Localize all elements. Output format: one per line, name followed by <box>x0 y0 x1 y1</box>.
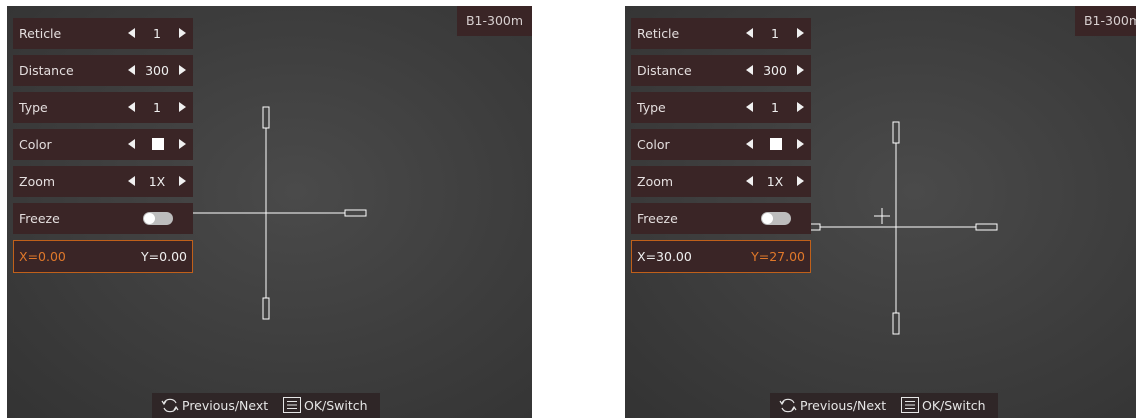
menu-list-icon <box>901 397 919 413</box>
arrow-right-icon[interactable] <box>797 65 804 75</box>
menu-value: 1 <box>771 26 779 41</box>
arrow-left-icon[interactable] <box>128 65 135 75</box>
value-selector[interactable]: 1X <box>124 166 192 197</box>
menu-row-freeze[interactable]: Freeze <box>631 203 811 234</box>
hint-previous-next: Previous/Next <box>800 398 887 413</box>
arrow-left-icon[interactable] <box>128 176 135 186</box>
menu-value: 1X <box>766 174 784 189</box>
viewfinder-right: B1-300m Reticle 1 Distance 300 Type 1 Co… <box>625 6 1136 418</box>
arrow-right-icon[interactable] <box>179 28 186 38</box>
hint-ok-switch: OK/Switch <box>922 398 986 413</box>
coord-y-value[interactable]: Y=27.00 <box>751 241 805 272</box>
rotate-icon <box>779 398 797 413</box>
menu-row-distance[interactable]: Distance 300 <box>631 55 811 86</box>
freeze-control[interactable] <box>742 203 810 234</box>
menu-row-freeze[interactable]: Freeze <box>13 203 193 234</box>
value-selector[interactable]: 1 <box>124 92 192 123</box>
menu-label: Distance <box>637 63 692 78</box>
menu-label: Freeze <box>637 211 678 226</box>
arrow-right-icon[interactable] <box>797 102 804 112</box>
menu-label: Distance <box>19 63 74 78</box>
coord-x-value[interactable]: X=0.00 <box>19 241 66 272</box>
menu-label: Zoom <box>637 174 674 189</box>
menu-row-reticle[interactable]: Reticle 1 <box>13 18 193 49</box>
freeze-toggle[interactable] <box>761 212 791 225</box>
toggle-knob <box>762 213 773 224</box>
value-selector[interactable]: 1 <box>742 18 810 49</box>
color-swatch <box>770 138 782 150</box>
menu-value: 1 <box>771 100 779 115</box>
hint-previous-next: Previous/Next <box>182 398 269 413</box>
hint-bar: Previous/Next OK/Switch <box>152 393 380 418</box>
arrow-left-icon[interactable] <box>746 139 753 149</box>
menu-label: Type <box>19 100 48 115</box>
freeze-control[interactable] <box>124 203 192 234</box>
menu-value: 300 <box>145 63 169 78</box>
menu-label: Reticle <box>19 26 62 41</box>
profile-badge: B1-300m <box>1075 6 1136 36</box>
value-selector[interactable]: 300 <box>124 55 192 86</box>
menu-row-zoom[interactable]: Zoom 1X <box>631 166 811 197</box>
menu-label: Color <box>19 137 52 152</box>
menu-label: Reticle <box>637 26 680 41</box>
arrow-right-icon[interactable] <box>179 102 186 112</box>
menu-list-icon <box>283 397 301 413</box>
arrow-left-icon[interactable] <box>746 176 753 186</box>
arrow-right-icon[interactable] <box>797 176 804 186</box>
arrow-left-icon[interactable] <box>746 28 753 38</box>
settings-menu: Reticle 1 Distance 300 Type 1 Color Zoom… <box>631 18 811 273</box>
menu-row-color[interactable]: Color <box>13 129 193 160</box>
menu-value: 1X <box>148 174 166 189</box>
arrow-right-icon[interactable] <box>797 28 804 38</box>
menu-value: 300 <box>763 63 787 78</box>
menu-row-zoom[interactable]: Zoom 1X <box>13 166 193 197</box>
menu-row-type[interactable]: Type 1 <box>631 92 811 123</box>
hint-ok-switch: OK/Switch <box>304 398 368 413</box>
menu-row-color[interactable]: Color <box>631 129 811 160</box>
settings-menu: Reticle 1 Distance 300 Type 1 Color Zoom… <box>13 18 193 273</box>
value-selector[interactable]: 300 <box>742 55 810 86</box>
menu-label: Zoom <box>19 174 56 189</box>
menu-row-distance[interactable]: Distance 300 <box>13 55 193 86</box>
arrow-right-icon[interactable] <box>797 139 804 149</box>
menu-row-reticle[interactable]: Reticle 1 <box>631 18 811 49</box>
value-selector[interactable] <box>742 129 810 160</box>
menu-label: Freeze <box>19 211 60 226</box>
color-swatch <box>152 138 164 150</box>
hint-bar: Previous/Next OK/Switch <box>770 393 998 418</box>
value-selector[interactable]: 1 <box>742 92 810 123</box>
menu-value: 1 <box>153 100 161 115</box>
viewfinder-left: B1-300m Reticle 1 Distance 300 Type 1 Co… <box>7 6 532 418</box>
coordinate-row[interactable]: X=30.00 Y=27.00 <box>631 240 811 273</box>
menu-value: 1 <box>153 26 161 41</box>
menu-row-type[interactable]: Type 1 <box>13 92 193 123</box>
menu-label: Type <box>637 100 666 115</box>
value-selector[interactable]: 1X <box>742 166 810 197</box>
menu-label: Color <box>637 137 670 152</box>
profile-badge: B1-300m <box>457 6 532 36</box>
arrow-left-icon[interactable] <box>746 102 753 112</box>
freeze-toggle[interactable] <box>143 212 173 225</box>
rotate-icon <box>161 398 179 413</box>
coordinate-row[interactable]: X=0.00 Y=0.00 <box>13 240 193 273</box>
arrow-left-icon[interactable] <box>128 102 135 112</box>
value-selector[interactable]: 1 <box>124 18 192 49</box>
coord-y-value[interactable]: Y=0.00 <box>141 241 187 272</box>
coord-x-value[interactable]: X=30.00 <box>637 241 692 272</box>
arrow-right-icon[interactable] <box>179 65 186 75</box>
arrow-right-icon[interactable] <box>179 139 186 149</box>
value-selector[interactable] <box>124 129 192 160</box>
arrow-left-icon[interactable] <box>128 28 135 38</box>
arrow-left-icon[interactable] <box>746 65 753 75</box>
toggle-knob <box>144 213 155 224</box>
arrow-left-icon[interactable] <box>128 139 135 149</box>
arrow-right-icon[interactable] <box>179 176 186 186</box>
